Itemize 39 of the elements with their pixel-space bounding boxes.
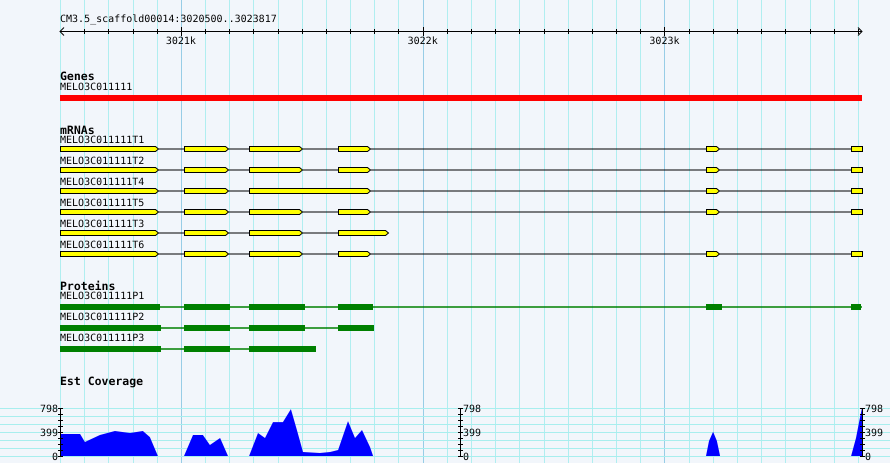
track-title: mRNAs — [60, 124, 95, 136]
protein-label: MELO3C011111P1 — [60, 292, 144, 302]
protein-drawing[interactable] — [60, 346, 316, 352]
transcript-label: MELO3C011111T1 — [60, 136, 144, 146]
scale-label: 0 — [865, 452, 872, 463]
transcript-drawing[interactable] — [60, 146, 863, 152]
tick-label: 3023k — [649, 36, 680, 48]
scale-label: 399 — [463, 428, 482, 439]
scale-label: 0 — [463, 452, 470, 463]
scale-label: 0 — [52, 452, 58, 463]
track-title: Genes — [60, 70, 95, 82]
transcript-label: MELO3C011111T5 — [60, 199, 144, 209]
protein-label: MELO3C011111P2 — [60, 313, 144, 323]
scale-label: 399 — [40, 428, 58, 439]
scale-label: 399 — [865, 428, 884, 439]
transcript-label: MELO3C011111T6 — [60, 241, 144, 251]
transcript-drawing[interactable] — [60, 251, 863, 257]
scale-label: 798 — [463, 404, 482, 415]
y-axis — [458, 408, 464, 457]
transcript-label: MELO3C011111T3 — [60, 220, 144, 230]
scale-label: 798 — [40, 404, 58, 415]
transcript-drawing[interactable] — [60, 209, 863, 215]
y-axis — [58, 408, 64, 457]
gene-label: MELO3C011111 — [60, 83, 132, 93]
y-axis — [860, 408, 866, 457]
track-title: Proteins — [60, 280, 116, 292]
protein-drawing[interactable] — [60, 325, 374, 331]
scale-label: 798 — [865, 404, 884, 415]
transcript-drawing[interactable] — [60, 188, 863, 194]
protein-drawing[interactable] — [60, 304, 862, 310]
tick-label: 3021k — [166, 36, 196, 48]
transcript-label: MELO3C011111T4 — [60, 178, 144, 188]
ruler-title: CM3.5_scaffold00014:3020500..3023817 — [60, 14, 277, 26]
protein-label: MELO3C011111P3 — [60, 334, 144, 344]
track-title: Est Coverage — [60, 375, 144, 387]
transcript-label: MELO3C011111T2 — [60, 157, 144, 167]
tick-label: 3022k — [408, 36, 438, 48]
transcript-drawing[interactable] — [60, 167, 863, 173]
transcript-drawing[interactable] — [60, 230, 390, 236]
